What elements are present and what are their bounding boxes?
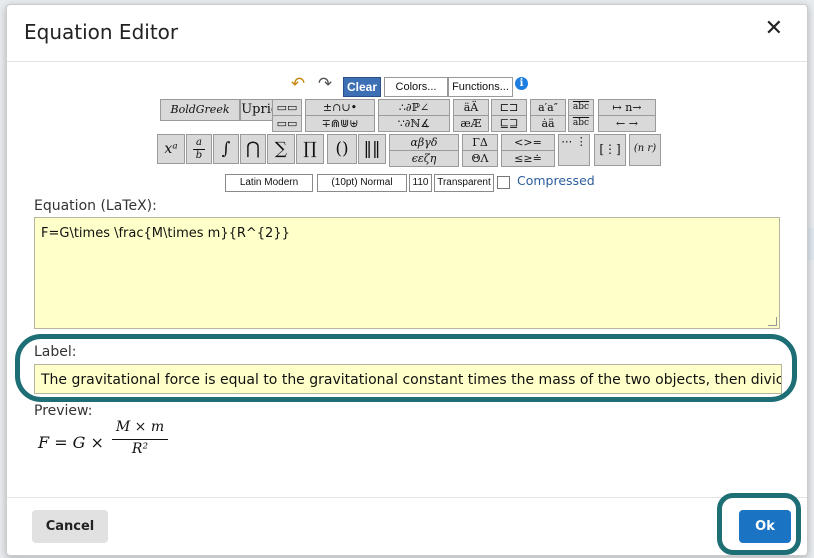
fraction-button[interactable]: a b [186,134,212,164]
palette-greek-capital-b[interactable]: ΘΛ [462,150,498,167]
superscript-button[interactable]: xᵃ [157,134,185,164]
palette-arrows-b[interactable]: ← → [598,115,656,132]
matrix-button[interactable]: [⋮] [594,134,626,166]
colors-button[interactable]: Colors... [384,77,448,97]
palette-arrows-a[interactable]: ↦ n→ [598,99,656,116]
palette-greek-a[interactable]: αβγδ [389,134,459,151]
palette-symbols-a[interactable]: ∴∂ℙ∠ [378,99,450,116]
fraction-den: b [195,150,203,161]
palette-primes-b[interactable]: ȧä [530,115,566,132]
ok-button[interactable]: Ok [739,510,791,543]
integral-button[interactable]: ∫ [213,134,239,164]
redo-icon[interactable]: ↷ [314,75,336,93]
label-field-label: Label: [34,344,77,360]
palette-boxes-b[interactable]: ▭▭ [272,115,302,132]
latex-textarea[interactable]: F=G\times \frac{M\times m}{R^{2}} [34,217,780,329]
palette-abc-b[interactable]: abc [568,115,594,132]
norm-button[interactable]: ‖‖ [358,134,386,164]
palette-accents-b[interactable]: æÆ [453,115,489,132]
palette-greek-b[interactable]: ϵεζη [389,150,459,167]
sum-button[interactable]: ∑ [267,134,295,164]
font-select[interactable]: Latin Modern [225,174,313,192]
fraction-num: a [193,137,205,150]
product-button[interactable]: ∏ [296,134,324,164]
label-input[interactable]: The gravitational force is equal to the … [34,364,782,394]
palette-greek-capital-a[interactable]: ΓΔ [462,134,498,151]
binomial-button[interactable]: (n r) [629,134,661,166]
font-options-bar: Latin Modern (10pt) Normal 110 Transpare… [7,173,807,192]
dialog-footer: Cancel Ok [7,497,807,555]
palette-boxes-a[interactable]: ▭▭ [272,99,302,116]
palette-brackets-b[interactable]: ⊑⊒ [491,115,527,132]
undo-icon[interactable]: ↶ [287,75,309,93]
preview-fraction-bar [112,439,168,440]
palette-operators-b[interactable]: ∓⋒⋓⊎ [305,115,375,132]
palette-brackets-a[interactable]: ⊏⊐ [491,99,527,116]
compressed-label: Compressed [517,173,595,188]
close-icon[interactable]: ✕ [765,18,783,40]
resize-handle-icon[interactable] [768,317,777,326]
preview-denominator: R² [131,441,149,457]
palette-symbols-b[interactable]: ∵∂ℕ∡ [378,115,450,132]
functions-button[interactable]: Functions... [448,77,513,97]
clear-button[interactable]: Clear [343,77,381,97]
palette-ellipsis[interactable]: ⋯ ⋮ [558,134,590,166]
boldgreek-button[interactable]: BoldGreek [160,99,240,121]
toolbar: ↶ ↷ Clear Colors... Functions... i [7,75,807,97]
info-icon[interactable]: i [515,77,528,90]
preview-lhs: F = G × [38,433,104,452]
dialog-header: Equation Editor ✕ [7,5,807,62]
preview-numerator: M × m [115,419,165,435]
resolution-select[interactable]: 110 [409,174,432,192]
compressed-checkbox[interactable] [497,176,510,189]
palette-primes-a[interactable]: a′a″ [530,99,566,116]
palette-relations-b[interactable]: ≤≥≐ [501,150,555,167]
palette-abc-a[interactable]: abc [568,99,594,116]
palette-relations-a[interactable]: <>= [501,134,555,151]
equation-editor-dialog: Equation Editor ✕ ↶ ↷ Clear Colors... Fu… [6,4,808,556]
dialog-title: Equation Editor [24,20,179,44]
palette-operators-a[interactable]: ±∩∪• [305,99,375,116]
font-size-select[interactable]: (10pt) Normal [317,174,407,192]
bigcap-button[interactable]: ⋂ [240,134,266,164]
cancel-button[interactable]: Cancel [32,510,108,543]
preview-label: Preview: [34,403,93,419]
background-select[interactable]: Transparent [434,174,494,192]
parentheses-button[interactable]: () [327,134,357,164]
latex-value: F=G\times \frac{M\times m}{R^{2}} [41,226,290,241]
palette-accents-a[interactable]: äÄ [453,99,489,116]
latex-label: Equation (LaTeX): [34,198,157,214]
